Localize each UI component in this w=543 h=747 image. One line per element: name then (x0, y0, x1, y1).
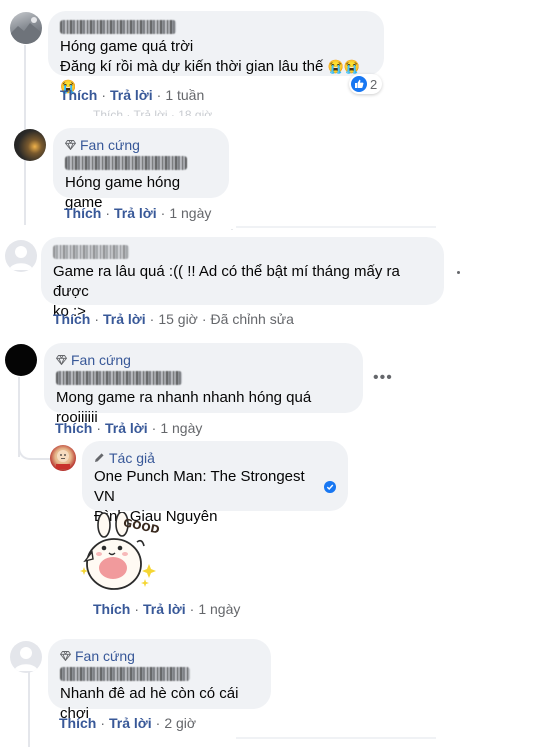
like-link[interactable]: Thích (60, 87, 97, 103)
comment-actions: Thích · Trả lời · 15 giờ · Đã chỉnh sửa (53, 311, 294, 327)
thread-line (28, 670, 30, 747)
verified-icon (324, 481, 336, 493)
saitama-logo-icon (56, 450, 70, 469)
timestamp[interactable]: 1 ngày (198, 601, 240, 617)
covered-actions-text: Thích · Trả lời · 18 giờ (93, 108, 213, 116)
timestamp[interactable]: 1 ngày (160, 420, 202, 436)
author-name-blurred[interactable] (60, 20, 176, 34)
author-badge[interactable]: Tác giả (94, 448, 336, 467)
diamond-icon (60, 650, 71, 661)
comment-actions: Thích · Trả lời · 1 ngày (55, 420, 203, 436)
author-name-blurred[interactable] (56, 371, 182, 385)
avatar-photo-icon (10, 17, 42, 44)
badge-label: Fan cứng (80, 136, 140, 153)
comment-bubble: Fan cứng Nhanh đê ad hè còn có cái chơi (48, 639, 271, 722)
reply-link[interactable]: Trả lời (109, 715, 152, 731)
timestamp[interactable]: 1 tuần (165, 87, 204, 103)
like-link[interactable]: Thích (53, 311, 90, 327)
good-bunny-sticker[interactable]: GOOD (80, 511, 162, 594)
like-link[interactable]: Thích (59, 715, 96, 731)
reply-link[interactable]: Trả lời (114, 205, 157, 221)
author-name-blurred[interactable] (53, 245, 129, 259)
reply-link[interactable]: Trả lời (110, 87, 153, 103)
like-link[interactable]: Thích (93, 601, 130, 617)
comment-text-line: Game ra lâu quá :(( !! Ad có thể bật mí … (53, 263, 400, 300)
avatar[interactable] (14, 129, 46, 161)
badge-label: Fan cứng (71, 351, 131, 368)
avatar[interactable] (10, 641, 42, 673)
pencil-icon (94, 452, 105, 463)
sticker-good-text: GOOD (122, 516, 161, 536)
more-options-icon[interactable]: ••• (373, 369, 393, 387)
bunny-sticker-icon: GOOD (80, 511, 161, 590)
comment-text-line: Hóng game quá trời (60, 38, 194, 55)
divider (236, 737, 436, 739)
comment-bubble: Fan cứng Hóng game hóng game (53, 128, 229, 211)
edited-label[interactable]: Đã chỉnh sửa (211, 311, 294, 327)
fan-badge[interactable]: Fan cứng (65, 135, 217, 154)
avatar[interactable] (5, 240, 37, 272)
thread-connector (18, 440, 50, 460)
more-options-dot[interactable] (457, 271, 460, 274)
comment-actions: Thích · Trả lời · 1 ngày (64, 205, 212, 221)
comment-bubble: Hóng game quá trời Đăng kí rồi mà dự kiế… (48, 11, 384, 94)
reaction-count: 2 (370, 76, 378, 92)
reaction-summary[interactable]: 2 (349, 74, 383, 94)
author-name-blurred[interactable] (65, 156, 187, 170)
avatar[interactable] (10, 12, 42, 44)
default-avatar-icon (14, 647, 38, 671)
divider (236, 226, 436, 228)
comment-bubble: Tác giả One Punch Man: The Strongest VN … (82, 441, 348, 525)
comment-bubble: Fan cứng Mong game ra nhanh nhanh hóng q… (44, 343, 363, 426)
badge-label: Fan cứng (75, 647, 135, 664)
diamond-icon (65, 139, 76, 150)
reply-link[interactable]: Trả lời (103, 311, 146, 327)
comment-bubble: Game ra lâu quá :(( !! Ad có thể bật mí … (41, 237, 444, 320)
reply-link[interactable]: Trả lời (105, 420, 148, 436)
page-name[interactable]: One Punch Man: The Strongest VN (94, 467, 336, 507)
comment-actions: Thích · Trả lời · 2 giờ (59, 715, 197, 731)
avatar[interactable] (5, 344, 37, 376)
timestamp[interactable]: 1 ngày (169, 205, 211, 221)
default-avatar-icon (9, 246, 33, 270)
fan-badge[interactable]: Fan cứng (56, 350, 351, 369)
page-avatar[interactable] (50, 445, 76, 471)
timestamp[interactable]: 15 giờ (158, 311, 198, 327)
diamond-icon (56, 354, 67, 365)
comment-actions: Thích · Trả lời · 1 ngày (93, 601, 241, 617)
timestamp[interactable]: 2 giờ (164, 715, 196, 731)
author-name-blurred[interactable] (60, 667, 190, 681)
comment-actions: Thích · Trả lời · 1 tuần (60, 87, 205, 103)
reply-link[interactable]: Trả lời (143, 601, 186, 617)
fan-badge[interactable]: Fan cứng (60, 646, 259, 665)
badge-label: Tác giả (109, 449, 155, 466)
like-link[interactable]: Thích (55, 420, 92, 436)
like-link[interactable]: Thích (64, 205, 101, 221)
like-reaction-icon (351, 76, 367, 92)
